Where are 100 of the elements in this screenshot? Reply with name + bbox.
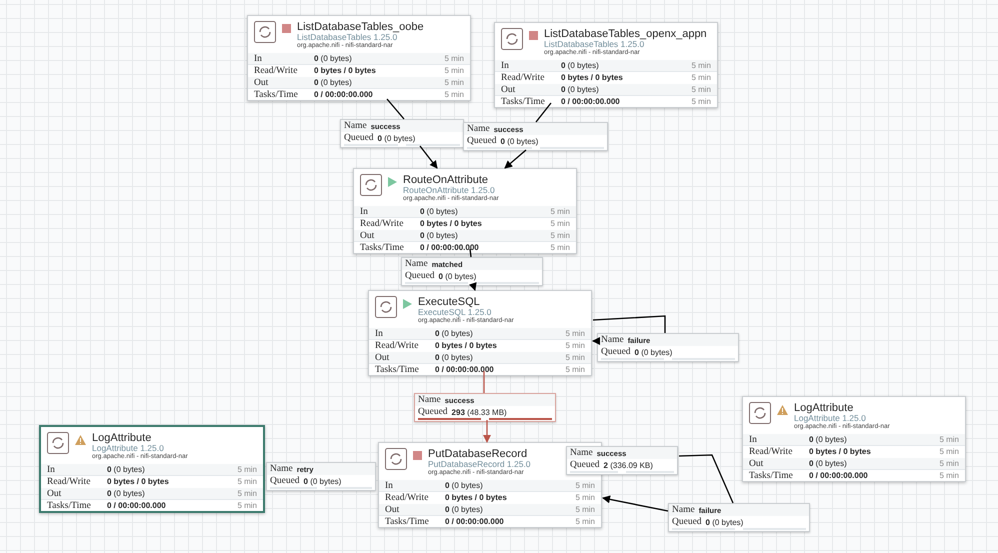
processor-type: PutDatabaseRecord 1.25.0 xyxy=(428,460,531,470)
queued-value: 0 (0 bytes) xyxy=(378,134,416,142)
stat-label: Read/Write xyxy=(501,72,546,82)
processor-type: ListDatabaseTables 1.25.0 xyxy=(297,33,398,42)
stat-window: 5 min xyxy=(444,78,464,87)
stat-label: In xyxy=(254,54,263,64)
name-label: Name xyxy=(467,124,490,134)
queued-value: 0 (0 bytes) xyxy=(438,272,476,280)
stat-label: In xyxy=(47,464,56,474)
stat-window: 5 min xyxy=(939,471,959,480)
stat-value: 0 (0 bytes) xyxy=(107,489,146,498)
stat-value: 0 / 00:00:00.000 xyxy=(809,471,869,480)
stat-label: In xyxy=(385,480,394,490)
connector-line[interactable] xyxy=(602,495,668,512)
stat-value: 0 (0 bytes) xyxy=(445,481,484,490)
connector-line[interactable] xyxy=(504,150,526,169)
stat-label: Tasks/Time xyxy=(749,470,794,480)
stat-label: Tasks/Time xyxy=(385,516,430,526)
stat-label: Read/Write xyxy=(375,340,420,350)
queued-label: Queued xyxy=(418,407,448,417)
queued-label: Queued xyxy=(672,517,702,527)
stat-value: 0 (0 bytes) xyxy=(445,505,484,514)
connector-line[interactable] xyxy=(419,146,438,169)
processor-icon xyxy=(47,432,69,454)
stat-label: Read/Write xyxy=(254,66,298,76)
processor-card[interactable] xyxy=(494,22,718,108)
stat-label: Tasks/Time xyxy=(375,364,420,374)
name-label: Name xyxy=(601,335,624,345)
processor-name: PutDatabaseRecord xyxy=(428,448,528,460)
stat-label: Out xyxy=(375,352,390,362)
queued-label: Queued xyxy=(601,347,631,357)
stat-value: 0 / 00:00:00.000 xyxy=(314,90,374,99)
name-label: Name xyxy=(344,121,367,131)
stat-window: 5 min xyxy=(939,459,959,468)
stat-window: 5 min xyxy=(550,231,570,240)
queued-label: Queued xyxy=(570,460,600,470)
processor-icon xyxy=(360,174,382,196)
stat-window: 5 min xyxy=(575,481,595,490)
connector-line[interactable] xyxy=(386,98,404,120)
stat-label: Out xyxy=(360,230,376,240)
stat-label: Out xyxy=(385,504,400,514)
connector-line[interactable] xyxy=(535,102,552,122)
queued-value: 0 (0 bytes) xyxy=(304,476,342,486)
stat-window: 5 min xyxy=(550,219,570,228)
stat-window: 5 min xyxy=(237,501,257,510)
processor-name: ExecuteSQL xyxy=(418,296,481,308)
stat-value: 0 (0 bytes) xyxy=(561,85,600,94)
processor-type: ExecuteSQL 1.25.0 xyxy=(418,308,492,318)
processor-name: RouteOnAttribute xyxy=(403,174,489,186)
stat-value: 0 / 00:00:00.000 xyxy=(107,501,167,510)
stat-label: Out xyxy=(47,488,62,498)
stat-window: 5 min xyxy=(565,329,585,338)
connector-line[interactable] xyxy=(469,248,472,258)
stat-window: 5 min xyxy=(575,505,595,514)
stat-label: Read/Write xyxy=(47,476,92,486)
stat-window: 5 min xyxy=(691,85,711,94)
stat-window: 5 min xyxy=(550,207,570,216)
stat-window: 5 min xyxy=(237,489,257,498)
stat-value: 0 / 00:00:00.000 xyxy=(435,365,495,374)
stat-value: 0 (0 bytes) xyxy=(420,207,459,216)
processor-icon xyxy=(749,402,771,424)
stat-label: Out xyxy=(254,78,270,88)
stat-value: 0 / 00:00:00.000 xyxy=(561,97,621,106)
name-label: Name xyxy=(672,505,695,515)
stat-value: 0 (0 bytes) xyxy=(435,353,474,362)
stat-label: Out xyxy=(749,458,764,468)
stat-label: Read/Write xyxy=(385,492,430,502)
processor-icon xyxy=(375,296,397,318)
connector-line[interactable] xyxy=(469,282,477,291)
queued-label: Queued xyxy=(270,476,300,486)
queued-value: 293 (48.33 MB) xyxy=(452,408,507,416)
stat-window: 5 min xyxy=(575,493,595,502)
stat-value: 0 (0 bytes) xyxy=(435,329,474,338)
name-label: Name xyxy=(270,464,293,474)
queued-label: Queued xyxy=(344,133,374,143)
stat-value: 0 bytes / 0 bytes xyxy=(420,219,483,228)
stat-label: In xyxy=(360,206,369,216)
stat-label: In xyxy=(375,328,384,338)
stat-window: 5 min xyxy=(565,341,585,350)
processor-icon xyxy=(254,21,276,43)
stat-value: 0 bytes / 0 bytes xyxy=(561,73,624,82)
stat-label: In xyxy=(749,434,758,444)
stat-value: 0 bytes / 0 bytes xyxy=(314,66,377,75)
connector-line[interactable] xyxy=(678,454,734,504)
stat-label: Read/Write xyxy=(360,218,404,228)
stat-window: 5 min xyxy=(565,353,585,362)
stat-window: 5 min xyxy=(575,517,595,526)
stat-window: 5 min xyxy=(550,243,570,252)
connector-line[interactable] xyxy=(592,315,666,333)
stat-value: 0 bytes / 0 bytes xyxy=(435,341,498,350)
stat-window: 5 min xyxy=(444,66,464,75)
stat-label: Out xyxy=(501,84,516,94)
stat-window: 5 min xyxy=(939,435,959,444)
stat-value: 0 bytes / 0 bytes xyxy=(107,477,170,486)
stat-label: Tasks/Time xyxy=(47,500,92,510)
stat-value: 0 (0 bytes) xyxy=(561,61,600,70)
connector-line[interactable] xyxy=(592,337,600,345)
stat-window: 5 min xyxy=(939,447,959,456)
stat-window: 5 min xyxy=(691,61,711,70)
processor-type: LogAttribute 1.25.0 xyxy=(92,444,164,454)
